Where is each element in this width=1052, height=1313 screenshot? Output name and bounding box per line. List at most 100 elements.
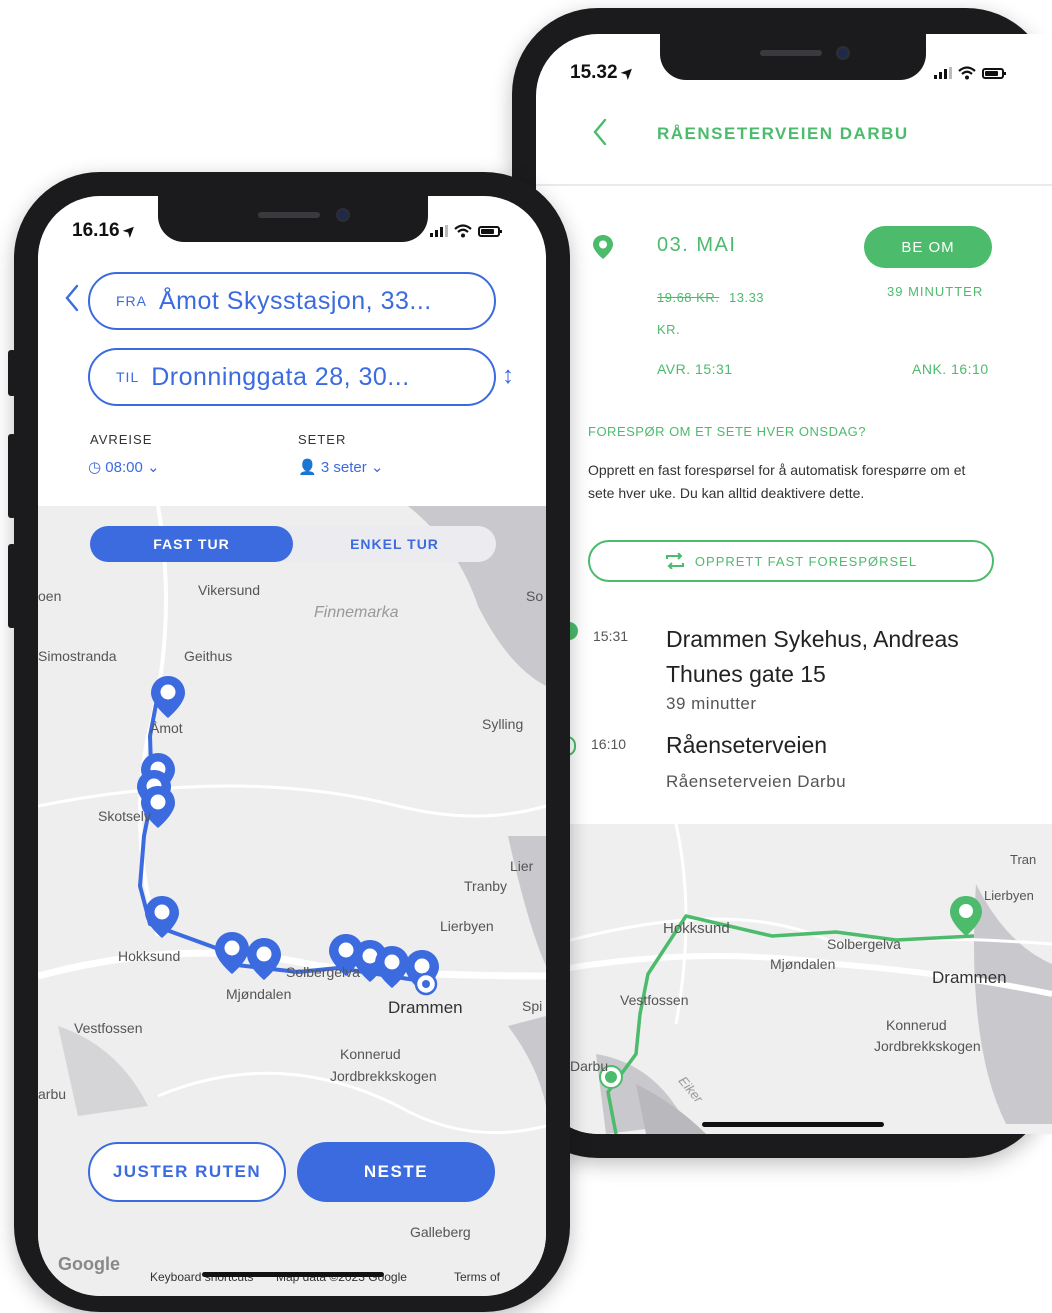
repeat-icon [665, 553, 684, 569]
back-chevron-icon[interactable] [64, 284, 80, 312]
map-label-vikersund: Vikersund [198, 582, 261, 598]
map-label-tran: Tran [1010, 852, 1037, 867]
map-label-so: So [526, 588, 544, 604]
map-label-amot: Åmot [150, 720, 183, 736]
notch [158, 196, 428, 242]
map-label-mjondalen: Mjøndalen [226, 986, 292, 1002]
home-indicator [202, 1272, 384, 1277]
battery-icon [478, 225, 502, 237]
tab-single-trip[interactable]: ENKEL TUR [293, 526, 496, 562]
from-field[interactable]: FRA Åmot Skysstasjon, 33... [88, 272, 496, 330]
status-time: 16.16➤ [72, 220, 141, 243]
phone-left: 16.16➤ FRA Åmot Skysstasjon, 33... TIL D… [8, 172, 570, 1312]
to-prefix: TIL [116, 369, 140, 385]
map-pin-icon [151, 676, 185, 718]
chevron-down-icon: ⌄ [146, 459, 160, 476]
map-label-sylling: Sylling [482, 716, 524, 732]
stop-subtitle: Råenseterveien Darbu [666, 772, 847, 791]
create-repeat-request-button[interactable]: OPPRETT FAST FORESPØRSEL [588, 540, 994, 582]
stop-title: Råenseterveien [666, 732, 828, 758]
tab-fixed-trip[interactable]: FAST TUR [90, 526, 293, 562]
map-label-oen: oen [38, 588, 62, 604]
page-title: RÅENSETERVEIEN DARBU [657, 124, 909, 143]
map-label-solbergelva: Solbergelva [827, 936, 901, 952]
person-icon: 👤 [298, 459, 317, 476]
map-label-finnemarka: Finnemarka [314, 604, 399, 621]
stop-time: 16:10 [591, 736, 627, 752]
chevron-down-icon: ⌄ [370, 459, 384, 476]
duration-badge: 39 MINUTTER [887, 284, 984, 299]
phone-right-screen: 15.32➤ RÅENSETERVEIEN DARBU 03. MAI BE O… [536, 34, 1052, 1134]
map-label-mjondalen: Mjøndalen [770, 956, 836, 972]
price-unit: KR. [657, 322, 681, 337]
map-label-solbergelva: Solbergelva [286, 964, 360, 980]
map-label-vestfossen: Vestfossen [620, 992, 689, 1008]
map-label-jordbrekkskogen: Jordbrekkskogen [330, 1068, 437, 1084]
location-arrow-icon: ➤ [118, 220, 141, 243]
wifi-icon [958, 66, 976, 80]
arrival-time: ANK. 16:10 [912, 361, 989, 377]
map-label-simostranda: Simostranda [38, 648, 117, 664]
map-pin-icon [247, 938, 281, 980]
phone-left-screen: 16.16➤ FRA Åmot Skysstasjon, 33... TIL D… [38, 196, 546, 1296]
map-label-drammen: Drammen [388, 998, 463, 1017]
google-logo: Google [58, 1254, 120, 1274]
map-label-arbu: arbu [38, 1086, 67, 1102]
map-label-drammen: Drammen [932, 968, 1007, 987]
departure-label: AVREISE [90, 432, 153, 447]
map-label-lier: Lier [510, 858, 534, 874]
request-button[interactable]: BE OM [864, 226, 992, 268]
seats-value: 3 seter [320, 459, 367, 476]
repeat-description: Opprett en fast forespørsel for å automa… [588, 462, 966, 501]
stop-time: 15:31 [593, 628, 629, 644]
to-value: Dronninggata 28, 30... [151, 362, 410, 391]
map-label-tranby: Tranby [464, 878, 508, 894]
seats-label: SETER [298, 432, 347, 447]
adjust-route-button[interactable]: JUSTER RUTEN [88, 1142, 286, 1202]
route-map[interactable]: Hokksund Solbergelva Mjøndalen Drammen V… [536, 824, 1052, 1134]
map-label-skotselv: Skotselv [98, 808, 151, 824]
map-pin-icon [145, 896, 179, 938]
header-divider [536, 184, 1052, 186]
departure-select[interactable]: ◷ 08:00 ⌄ [88, 458, 160, 476]
battery-icon [982, 67, 1006, 79]
map-label-hokksund: Hokksund [118, 948, 181, 964]
route-map[interactable]: FAST TUR ENKEL TUR Vikersund Finnemarka … [38, 506, 546, 1296]
price-new: 13.33 [729, 290, 765, 305]
from-value: Åmot Skysstasjon, 33... [159, 286, 432, 315]
map-label-jordbrekkskogen: Jordbrekkskogen [874, 1038, 981, 1054]
repeat-question: FORESPØR OM ET SETE HVER ONSDAG? [588, 424, 866, 439]
phone-right: 15.32➤ RÅENSETERVEIEN DARBU 03. MAI BE O… [512, 8, 1052, 1158]
next-button[interactable]: NESTE [297, 1142, 495, 1202]
status-time: 15.32➤ [570, 62, 639, 85]
map-label-spi: Spi [522, 998, 543, 1014]
terms-link[interactable]: Terms of [454, 1270, 500, 1284]
back-chevron-icon[interactable] [592, 118, 608, 146]
swap-icon[interactable]: ↕ [502, 362, 514, 390]
map-label-geithus: Geithus [184, 648, 233, 664]
wifi-icon [454, 224, 472, 238]
location-arrow-icon: ➤ [616, 62, 639, 85]
departure-value: 08:00 [105, 459, 143, 476]
signal-icon [934, 67, 952, 79]
from-prefix: FRA [116, 293, 147, 309]
destination-pin-icon [950, 896, 982, 936]
map-label-konnerud: Konnerud [340, 1046, 401, 1062]
map-label-lierbyen: Lierbyen [440, 918, 494, 934]
map-label-hokksund: Hokksund [663, 920, 730, 937]
home-indicator [702, 1122, 884, 1127]
trip-date: 03. MAI [657, 234, 737, 256]
seats-select[interactable]: 👤 3 seter ⌄ [298, 458, 383, 476]
notch [660, 34, 926, 80]
map-label-galleberg: Galleberg [410, 1224, 471, 1240]
map-label-vestfossen: Vestfossen [74, 1020, 143, 1036]
to-field[interactable]: TIL Dronninggata 28, 30... [88, 348, 496, 406]
map-label-darbu: Darbu [570, 1058, 609, 1074]
departure-time: AVR. 15:31 [657, 361, 733, 377]
map-label-lierbyen: Lierbyen [984, 888, 1034, 903]
status-icons [430, 224, 502, 238]
status-icons [934, 66, 1006, 80]
stop-title: Drammen Sykehus, Andreas Thunes gate 15 [666, 626, 959, 687]
trip-type-toggle[interactable]: FAST TUR ENKEL TUR [90, 526, 496, 562]
repeat-button-label: OPPRETT FAST FORESPØRSEL [694, 553, 918, 569]
